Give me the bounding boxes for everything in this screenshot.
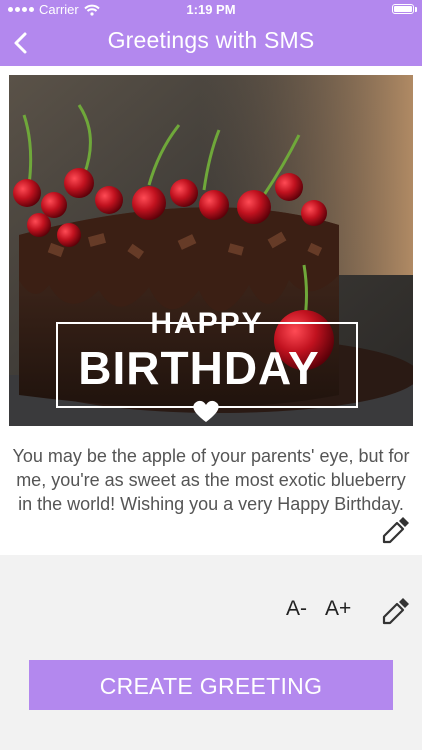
clock: 1:19 PM <box>186 2 236 17</box>
status-bar: Carrier 1:19 PM <box>0 0 422 20</box>
create-greeting-button[interactable]: CREATE GREETING <box>29 660 393 710</box>
navigation-header: Carrier 1:19 PM Greetings with SMS <box>0 0 422 66</box>
battery-icon <box>392 4 417 14</box>
card-line1: HAPPY <box>150 307 263 340</box>
increase-font-button[interactable]: A+ <box>325 597 351 621</box>
page-title: Greetings with SMS <box>107 27 315 53</box>
greeting-card: HAPPY BIRTHDAY You may be the apple of y… <box>0 66 422 555</box>
greeting-message[interactable]: You may be the apple of your parents' ey… <box>10 444 412 516</box>
cake-illustration: HAPPY BIRTHDAY <box>9 75 413 426</box>
decrease-font-button[interactable]: A- <box>286 597 307 621</box>
text-color-picker-button[interactable] <box>382 595 412 632</box>
eyedropper-icon <box>382 598 409 625</box>
birthday-card-image: HAPPY BIRTHDAY <box>9 75 413 426</box>
eyedropper-icon <box>382 517 409 544</box>
message-color-picker-button[interactable] <box>382 514 412 549</box>
card-line2: BIRTHDAY <box>78 342 319 394</box>
font-size-controls: A- A+ <box>286 597 351 621</box>
